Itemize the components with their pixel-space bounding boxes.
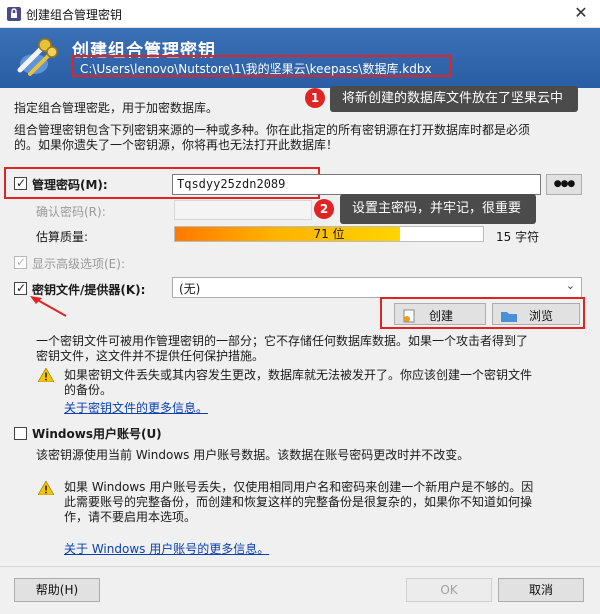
chevron-down-icon: ⌄ <box>565 279 575 292</box>
quality-label: 估算质量: <box>36 230 89 244</box>
intro-line-3: 的。如果你遗失了一个密钥源，你将再也无法打开此数据库！ <box>14 138 339 152</box>
keyfile-more-info-link[interactable]: 关于密钥文件的更多信息。 <box>64 399 208 416</box>
header-banner: 创建组合管理密钥 C:\Users\lenovo\Nutstore\1\我的坚果… <box>0 28 600 88</box>
keys-icon <box>17 38 58 76</box>
browse-keyfile-button[interactable]: 浏览 <box>492 303 580 325</box>
confirm-password-input[interactable] <box>174 200 312 220</box>
callout-1: 将新创建的数据库文件放在了坚果云中 <box>330 86 578 112</box>
callout-2: 设置主密码，并牢记，很重要 <box>340 194 536 224</box>
key-file-provider-select[interactable]: (无) ⌄ <box>172 277 582 298</box>
windows-warning-line-3: 作，请不要启用本选项。 <box>64 510 197 524</box>
keyfile-desc-line-2: 密钥文件，这文件并不提供任何保护措施。 <box>36 349 265 363</box>
keyfile-warning-line-1: 如果密钥文件丢失或其内容发生更改，数据库就无法被发开了。你应该创建一个密钥文件 <box>64 368 533 382</box>
close-icon[interactable]: ✕ <box>570 2 592 24</box>
database-path: C:\Users\lenovo\Nutstore\1\我的坚果云\keepass… <box>80 62 432 76</box>
confirm-password-label: 确认密码(R): <box>36 205 106 219</box>
warning-icon <box>38 368 54 382</box>
key-file-selected: (无) <box>179 282 201 296</box>
folder-icon <box>501 312 517 322</box>
create-keyfile-label: 创建 <box>429 309 454 323</box>
title-bar: 创建组合管理密钥 ✕ <box>0 0 600 28</box>
callout-badge-2: 2 <box>314 199 334 219</box>
new-file-icon <box>403 309 415 323</box>
show-advanced-checkbox[interactable] <box>14 256 27 269</box>
master-password-input[interactable]: Tqsdyy25zdn2089 <box>172 174 541 195</box>
quality-bits-text: 71 位 <box>313 227 345 241</box>
char-count: 15 字符 <box>496 230 540 244</box>
keepass-lock-icon <box>7 7 21 21</box>
windows-account-desc: 该密钥源使用当前 Windows 用户账号数据。该数据在账号密码更改时并不改变。 <box>36 448 470 462</box>
cancel-button[interactable]: 取消 <box>498 578 584 602</box>
master-password-label: 管理密码(M): <box>32 178 108 192</box>
windows-account-checkbox[interactable] <box>14 427 27 440</box>
keyfile-warning-line-2: 的备份。 <box>64 383 113 397</box>
reveal-password-button[interactable]: ●●● <box>546 174 582 195</box>
master-password-value: Tqsdyy25zdn2089 <box>177 177 286 191</box>
intro-line-1: 指定组合管理密匙，用于加密数据库。 <box>14 101 219 115</box>
callout-badge-1: 1 <box>305 88 325 108</box>
master-password-checkbox[interactable] <box>14 177 27 190</box>
browse-keyfile-label: 浏览 <box>529 309 554 323</box>
quality-bar: 71 位 <box>174 226 484 242</box>
help-button[interactable]: 帮助(H) <box>14 578 100 602</box>
footer-separator <box>0 566 600 567</box>
windows-more-info-link[interactable]: 关于 Windows 用户账号的更多信息。 <box>64 540 269 557</box>
windows-account-label: Windows用户账号(U) <box>32 427 162 441</box>
annotation-arrow-icon <box>30 296 67 317</box>
window-title: 创建组合管理密钥 <box>26 8 123 22</box>
show-advanced-label: 显示高级选项(E): <box>32 257 125 271</box>
ok-button[interactable]: OK <box>406 578 492 602</box>
warning-icon <box>38 481 54 495</box>
create-keyfile-button[interactable]: 创建 <box>394 303 486 325</box>
